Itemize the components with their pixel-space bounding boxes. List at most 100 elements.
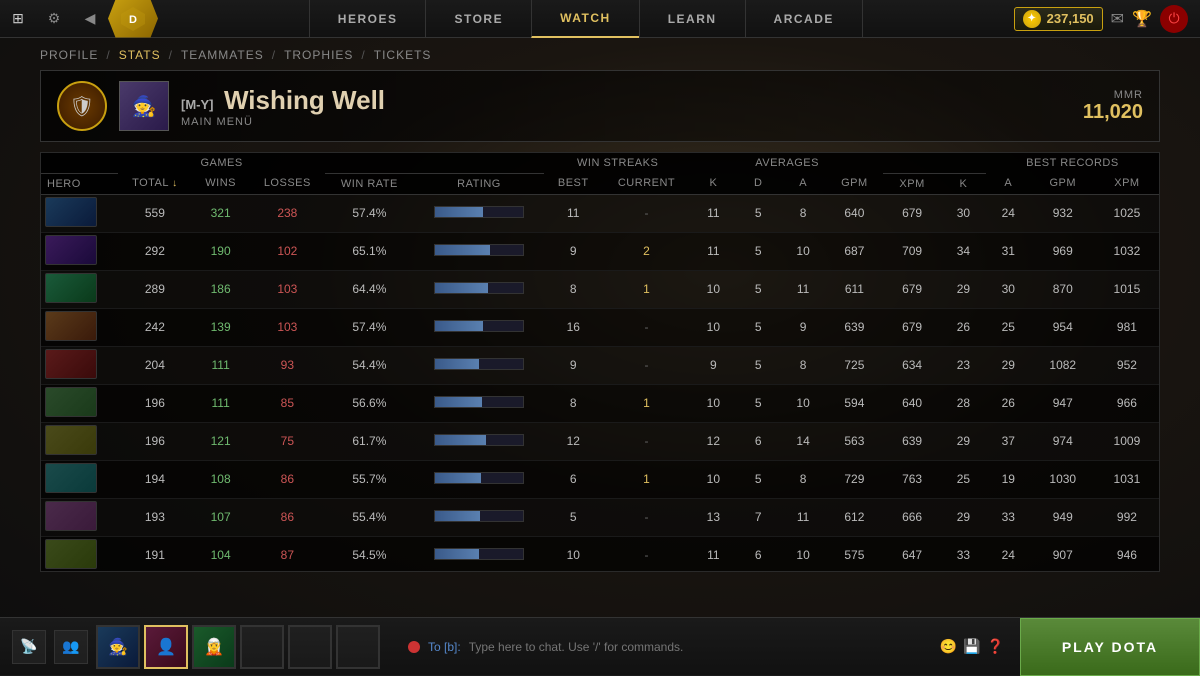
dota-logo[interactable]: D [108,0,158,38]
current-cell: - [602,498,691,536]
avatar-tab-1[interactable]: 👤 [144,625,188,669]
th-best[interactable]: BEST [544,173,602,194]
rating-bar [435,359,479,369]
xpm-cell: 639 [883,422,941,460]
th-d[interactable]: D [736,173,781,194]
th-bxpm[interactable]: XPM [1095,173,1159,194]
ba-cell: 37 [986,422,1031,460]
th-bgpm[interactable]: GPM [1031,173,1095,194]
col-group-hero [41,153,118,173]
hero-portrait[interactable] [45,387,97,417]
radio-icon-btn[interactable]: 📡 [12,630,46,664]
back-btn[interactable]: ◀ [72,0,108,38]
avatar-tab-3[interactable] [240,625,284,669]
breadcrumb-stats[interactable]: STATS [119,48,161,62]
rating-bar [435,511,480,521]
th-losses[interactable]: LOSSES [249,173,325,194]
total-cell: 196 [118,384,192,422]
wins-cell: 186 [192,270,250,308]
d-cell: 6 [736,422,781,460]
hero-cell [41,232,118,270]
stats-table-wrapper[interactable]: GAMES WIN STREAKS AVERAGES BEST RECORDS … [40,152,1160,572]
d-cell: 5 [736,270,781,308]
nav-heroes[interactable]: HEROES [309,0,426,38]
breadcrumb-profile[interactable]: PROFILE [40,48,98,62]
avatar-tab-2[interactable]: 🧝 [192,625,236,669]
a-cell: 14 [781,422,826,460]
nav-learn[interactable]: LEARN [639,0,745,38]
breadcrumb-trophies[interactable]: TROPHIES [284,48,353,62]
th-total[interactable]: TOTAL ↓ [118,173,192,194]
settings-icon-btn[interactable]: ⚙ [36,0,72,38]
rating-bar-container [434,320,524,332]
total-cell: 204 [118,346,192,384]
play-dota-button[interactable]: PLAY DOTA [1020,618,1200,676]
mail-icon[interactable]: ✉ [1111,9,1124,29]
breadcrumb-tickets[interactable]: TICKETS [374,48,432,62]
hero-cell [41,384,118,422]
breadcrumb-teammates[interactable]: TEAMMATES [181,48,264,62]
power-button[interactable]: ⏻ [1160,5,1188,33]
hero-portrait[interactable] [45,539,97,569]
th-bk[interactable]: K [941,173,986,194]
total-cell: 292 [118,232,192,270]
bgpm-cell: 907 [1031,536,1095,572]
hero-cell [41,194,118,232]
bgpm-cell: 954 [1031,308,1095,346]
rating-cell [414,384,545,422]
th-winrate[interactable]: WIN RATE [325,173,413,194]
avatar-tab-5[interactable] [336,625,380,669]
table-row: 559 321 238 57.4% 11 - 11 5 8 640 679 30… [41,194,1159,232]
hero-portrait[interactable] [45,349,97,379]
th-wins[interactable]: WINS [192,173,250,194]
wins-cell: 321 [192,194,250,232]
k-cell: 10 [691,308,736,346]
rating-bar [435,397,482,407]
th-rating[interactable]: RATING [414,173,545,194]
hero-portrait[interactable] [45,463,97,493]
hero-portrait[interactable] [45,501,97,531]
best-cell: 9 [544,346,602,384]
hero-portrait[interactable] [45,197,97,227]
chat-help-icon[interactable]: ❓ [987,638,1004,655]
th-a[interactable]: A [781,173,826,194]
nav-store[interactable]: STORE [425,0,531,38]
hero-portrait[interactable] [45,235,97,265]
table-row: 193 107 86 55.4% 5 - 13 7 11 612 666 29 … [41,498,1159,536]
bk-cell: 29 [941,270,986,308]
gpm-cell: 594 [826,384,884,422]
th-current[interactable]: CURRENT [602,173,691,194]
th-k[interactable]: K [691,173,736,194]
profile-subtitle: MAIN MENÜ [181,116,1071,128]
th-xpm[interactable]: XPM [883,173,941,194]
nav-watch[interactable]: WATCH [531,0,639,38]
xpm-cell: 679 [883,194,941,232]
wins-cell: 111 [192,384,250,422]
hero-portrait[interactable] [45,425,97,455]
col-group-winstreaks: WIN STREAKS [544,153,691,173]
avatar-tab-0[interactable]: 🧙 [96,625,140,669]
ba-cell: 19 [986,460,1031,498]
current-cell: 1 [602,384,691,422]
th-ba[interactable]: A [986,173,1031,194]
trophy-icon[interactable]: 🏆 [1132,9,1152,29]
th-gpm[interactable]: GPM [826,173,884,194]
chat-save-icon[interactable]: 💾 [963,638,980,655]
avatar-tab-4[interactable] [288,625,332,669]
chat-input[interactable] [469,640,932,654]
nav-arcade[interactable]: ARCADE [745,0,863,38]
table-row: 204 111 93 54.4% 9 - 9 5 8 725 634 23 29… [41,346,1159,384]
system-icon-btn[interactable]: ⊞ [0,0,36,38]
friends-icon-btn[interactable]: 👥 [54,630,88,664]
total-cell: 191 [118,536,192,572]
bxpm-cell: 1015 [1095,270,1159,308]
best-cell: 8 [544,270,602,308]
chat-indicator [408,641,420,653]
bk-cell: 33 [941,536,986,572]
hero-portrait[interactable] [45,273,97,303]
wins-cell: 104 [192,536,250,572]
mmr-value: 11,020 [1083,101,1143,124]
bgpm-cell: 1082 [1031,346,1095,384]
chat-emoji-icon[interactable]: 😊 [940,638,957,655]
hero-portrait[interactable] [45,311,97,341]
